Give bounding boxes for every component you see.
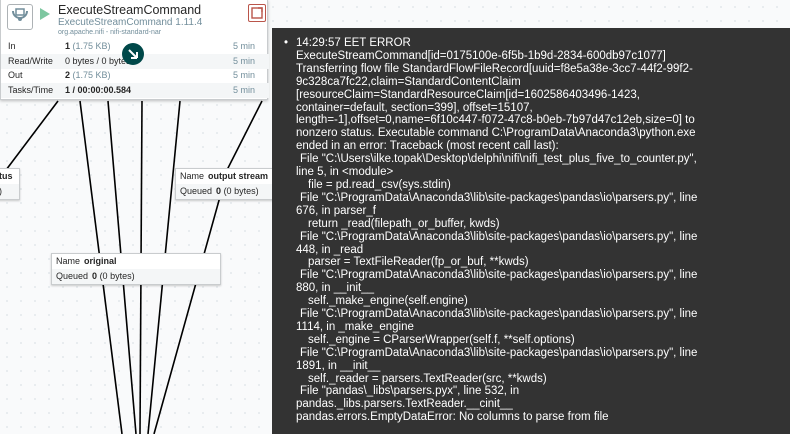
bulletin-line: [resourceClaim=StandardResourceClaim[id=… <box>296 88 640 101</box>
bulletin-line: self._engine = CParserWrapper(self.f, **… <box>308 333 575 346</box>
bulletin-message: 14:29:57 EET ERROR ExecuteStreamCommand[… <box>296 37 782 424</box>
bulletin-line: 676, in parser_f <box>296 204 376 217</box>
processor-executestreamcommand[interactable]: ExecuteStreamCommand ExecuteStreamComman… <box>0 0 269 100</box>
connection-label-original[interactable]: Name original Queued 0 (0 bytes) <box>51 253 221 285</box>
connection-label-status[interactable]: tus ) <box>0 168 20 200</box>
bullet-dot: • <box>284 37 289 49</box>
bulletin-line: return _read(filepath_or_buffer, kwds) <box>308 217 500 230</box>
bulletin-line: 448, in _read <box>296 243 364 256</box>
bulletin-timestamp-level: 14:29:57 EET ERROR <box>296 37 411 49</box>
bulletin-line: File "C:\Users\ilke.topak\Desktop\delphi… <box>300 153 697 166</box>
bulletin-line: self._reader = parsers.TextReader(src, *… <box>308 372 547 385</box>
bulletin-line: line 5, in <module> <box>296 166 394 179</box>
connection-line-status <box>0 100 59 179</box>
bulletin-line: File "C:\ProgramData\Anaconda3\lib\site-… <box>300 230 698 243</box>
processor-type: ExecuteStreamCommand 1.11.4 <box>58 17 203 28</box>
bulletin-line: File "C:\ProgramData\Anaconda3\lib\site-… <box>300 191 698 204</box>
stat-row-out: Out 2 (1.75 KB) 5 min <box>8 70 255 80</box>
bulletin-line: file = pd.read_csv(sys.stdin) <box>308 178 451 191</box>
bulletin-line: pandas._libs.parsers.TextReader.__cinit_… <box>296 398 513 411</box>
bulletin-line: self._make_engine(self.engine) <box>308 295 468 308</box>
bulletin-line: File "pandas\_libs\parsers.pyx", line 53… <box>300 385 520 398</box>
bulletin-icon[interactable] <box>248 4 266 22</box>
bulletin-line: parser = TextFileReader(fp_or_buf, **kwd… <box>308 256 529 269</box>
stat-row-tasks-time: Tasks/Time 1 / 00:00:00.584 5 min <box>1 83 269 98</box>
bulletin-line: ended in an error: Traceback (most recen… <box>296 140 559 153</box>
bulletin-entry: • 14:29:57 EET ERROR ExecuteStreamComman… <box>280 37 782 424</box>
bulletin-line: ExecuteStreamCommand[id=0175100e-6f5b-1b… <box>296 49 666 62</box>
bulletin-line: pandas.errors.EmptyDataError: No columns… <box>296 411 609 424</box>
bulletin-line: container=default, section=399], offset=… <box>296 101 533 114</box>
bulletin-line: File "C:\ProgramData\Anaconda3\lib\site-… <box>300 346 698 359</box>
processor-type-icon <box>7 4 33 30</box>
bulletin-line: Transferring flow file StandardFlowFileR… <box>296 62 693 75</box>
bulletin-line: 9c328ca7fc22,claim=StandardContentClaim <box>296 75 521 88</box>
bulletin-line: 1891, in __init__ <box>296 359 381 372</box>
processor-name: ExecuteStreamCommand <box>58 3 202 17</box>
bulletin-line: nonzero status. Executable command C:\Pr… <box>296 127 696 140</box>
bulletin-line: File "C:\ProgramData\Anaconda3\lib\site-… <box>300 269 698 282</box>
processor-header: ExecuteStreamCommand ExecuteStreamComman… <box>1 0 269 38</box>
connection-label-output-stream[interactable]: Name output stream Queued 0 (0 bytes) <box>175 168 275 200</box>
bulletin-tooltip: • 14:29:57 EET ERROR ExecuteStreamComman… <box>272 28 790 434</box>
bulletin-line: File "C:\ProgramData\Anaconda3\lib\site-… <box>300 308 698 321</box>
running-status-icon <box>39 7 51 21</box>
bulletin-line: 880, in __init__ <box>296 282 375 295</box>
cursor-arrow-icon <box>121 42 145 66</box>
bulletin-line: length=-1],offset=0,name=6f10c447-f072-4… <box>296 114 695 127</box>
bulletin-line: 1114, in _make_engine <box>296 320 414 333</box>
processor-bundle: org.apache.nifi - nifi-standard-nar <box>58 29 162 36</box>
